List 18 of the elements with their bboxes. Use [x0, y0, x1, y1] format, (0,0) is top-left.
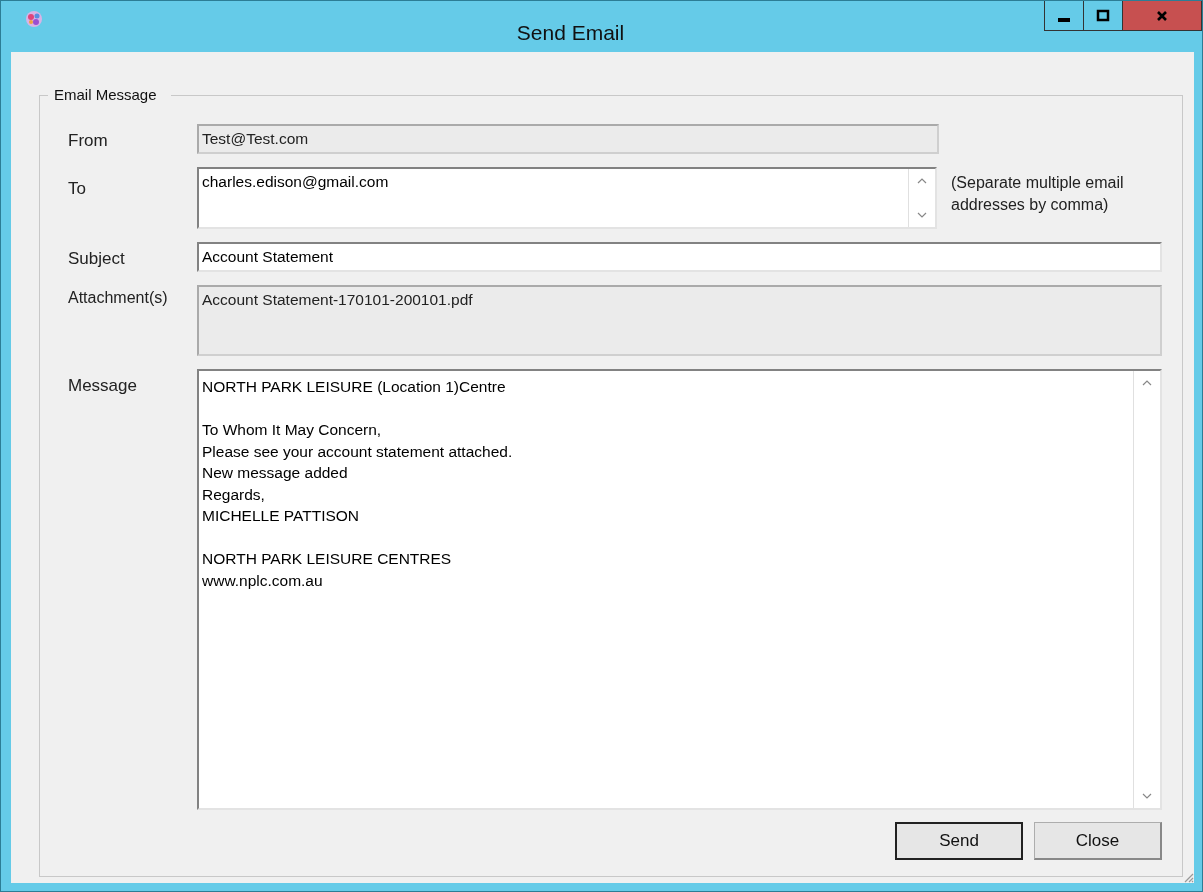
- field-label: To: [68, 178, 87, 200]
- input-field[interactable]: Account Statement: [197, 242, 1162, 272]
- window-title: Send Email: [515, 20, 626, 45]
- dialog-button[interactable]: Close: [1034, 822, 1162, 860]
- input-field[interactable]: charles.edison@gmail.com: [197, 167, 937, 229]
- message-field[interactable]: NORTH PARK LEISURE (Location 1)Centre To Whom It May Concern, Please see your account statement attached. New message added Regards, MICHELLE PATTISON NORTH PARK LEISURE CENTRES www.nplc.com.au: [197, 369, 1162, 810]
- field-label: Subject: [68, 248, 126, 270]
- field-label: Message: [68, 375, 138, 397]
- field-label: Attachment(s): [68, 288, 169, 308]
- dialog-button[interactable]: Send: [895, 822, 1023, 860]
- maximize-icon: [1095, 7, 1111, 24]
- resize-grip-icon: [1182, 871, 1194, 883]
- minimize-icon: [1058, 17, 1070, 22]
- group-title: Email Message: [48, 86, 171, 103]
- field-label: From: [68, 130, 109, 152]
- app-icon: [25, 10, 43, 28]
- hint-text: (Separate multiple email addresses by comma): [950, 173, 1125, 215]
- minimize-button[interactable]: [1044, 1, 1084, 31]
